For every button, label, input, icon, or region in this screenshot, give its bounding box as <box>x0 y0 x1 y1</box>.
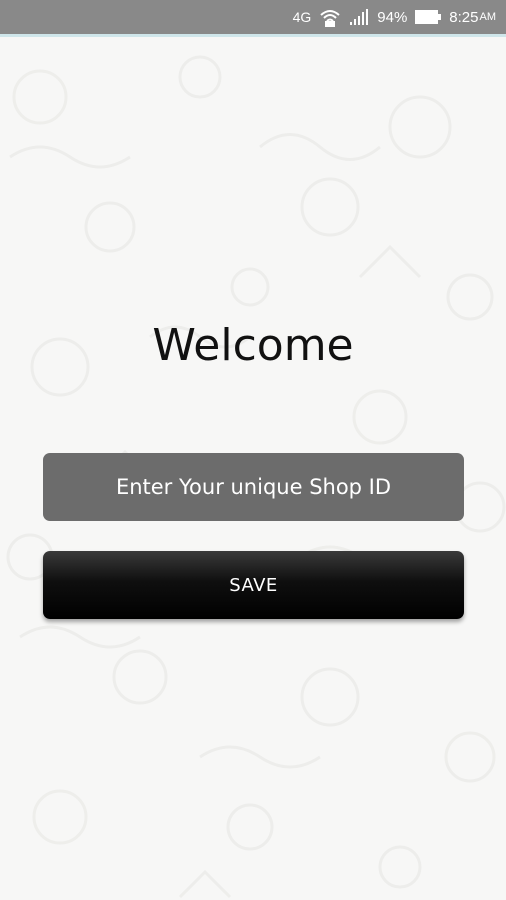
battery-percent: 94% <box>377 8 408 26</box>
save-button[interactable]: SAVE <box>43 551 464 619</box>
clock: 8:25 AM <box>449 9 496 26</box>
network-type-label: 4G <box>292 9 312 25</box>
battery-icon <box>415 10 442 24</box>
signal-icon <box>349 9 369 25</box>
shop-id-input[interactable] <box>43 453 464 521</box>
page-title: Welcome <box>152 320 354 371</box>
clock-time: 8:25 <box>449 8 479 26</box>
status-bar: 4G 94% 8:25 AM <box>0 0 506 34</box>
wifi-icon <box>319 7 341 27</box>
clock-suffix: AM <box>479 11 497 23</box>
